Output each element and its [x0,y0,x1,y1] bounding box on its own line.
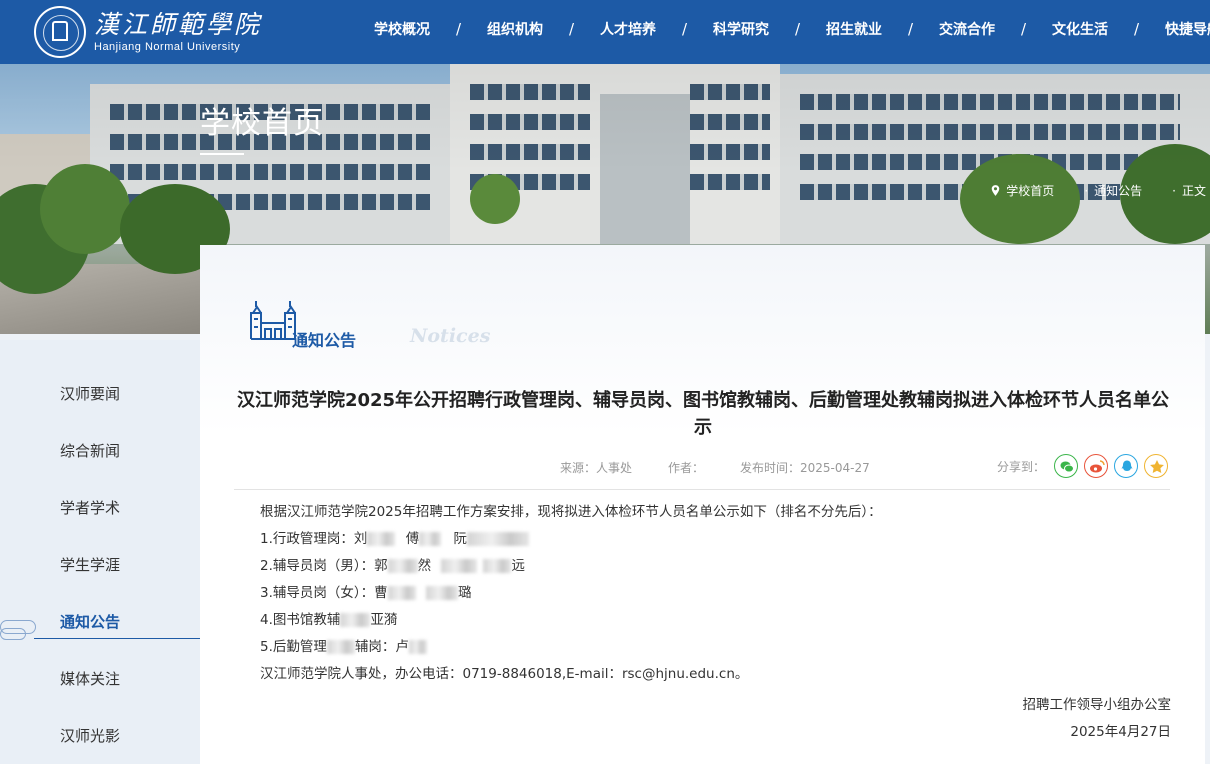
name-fragment: 亚漪 [370,612,398,628]
meta-divider [234,489,1170,490]
breadcrumb-notices[interactable]: 通知公告 [1094,182,1142,199]
sidebar-item-gallery[interactable]: 汉师光影 [60,725,120,746]
university-logo[interactable]: 漢江師範學院 Hanjiang Normal University [34,6,262,58]
redacted-name [387,586,416,600]
redacted-name [425,586,458,600]
article-author: 作者： [668,461,705,475]
section-title: 通知公告 [292,331,357,350]
redacted-name [408,640,427,654]
nav-separator: / [455,20,462,38]
qq-icon[interactable] [1114,454,1138,478]
nav-separator: / [681,20,688,38]
article-source: 来源：人事处 [560,461,633,475]
nav-item-organization[interactable]: 组织机构 [487,19,543,39]
share-label: 分享到： [997,460,1046,474]
breadcrumb-home[interactable]: 学校首页 [1006,182,1054,199]
article-title: 汉江师范学院2025年公开招聘行政管理岗、辅导员岗、图书馆教辅岗、后勤管理处教辅… [236,390,1170,438]
sidebar-item-media[interactable]: 媒体关注 [60,668,120,689]
logo-english-name: Hanjiang Normal University [94,41,241,53]
main-nav: 学校概况 / 组织机构 / 人才培养 / 科学研究 / 招生就业 / 交流合作 … [374,0,1210,58]
active-indicator-decoration [0,628,26,640]
title-underline [200,153,244,155]
university-seal-icon [34,6,86,58]
sidebar-item-students[interactable]: 学生学涯 [60,554,120,575]
nav-separator: / [794,20,801,38]
sidebar-nav: 汉师要闻 综合新闻 学者学术 学生学涯 通知公告 媒体关注 汉师光影 [0,340,200,764]
article-paragraph: 4.图书馆教辅 亚漪 [260,608,397,628]
sidebar-item-notices[interactable]: 通知公告 [60,611,120,632]
nav-separator: / [568,20,575,38]
wechat-icon[interactable] [1054,454,1078,478]
nav-item-research[interactable]: 科学研究 [713,19,769,39]
logo-chinese-name: 漢江師範學院 [94,10,263,39]
position-admin-text: 1.行政管理岗：刘 [260,531,368,547]
article-date: 发布时间：2025-04-27 [740,461,870,475]
signature-org: 招聘工作领导小组办公室 [1022,697,1172,713]
nav-item-education[interactable]: 人才培养 [600,19,656,39]
active-indicator-line [34,638,200,639]
name-fragment: 阮 [453,531,467,547]
breadcrumb-current: 正文 [1181,184,1206,198]
name-fragment: 远 [511,558,525,574]
redacted-name [387,559,418,573]
breadcrumb-separator: · [1172,183,1176,198]
nav-item-exchange[interactable]: 交流合作 [939,19,995,39]
nav-separator: / [1133,20,1140,38]
nav-item-school-overview[interactable]: 学校概况 [374,19,430,39]
position-logistics-text: 5.后勤管理 [260,639,327,655]
favorite-icon[interactable] [1144,454,1168,478]
name-fragment: 璐 [457,585,472,601]
page-title: 学校首页 [200,106,324,141]
section-title-en: Notices [410,325,491,347]
article-paragraph: 根据汉江师范学院2025年招聘工作方案安排，现将拟进入体检环节人员名单公示如下（… [260,504,882,520]
name-fragment: 傅 [405,531,420,547]
redacted-name [419,532,442,546]
nav-item-admissions[interactable]: 招生就业 [826,19,882,39]
nav-separator: / [1020,20,1027,38]
sidebar-item-scholars[interactable]: 学者学术 [60,497,120,518]
name-fragment: 然 [417,558,432,574]
contact-paragraph: 汉江师范学院人事处，办公电话：0719-8846018,E-mail：rsc@h… [260,666,749,682]
article-paragraph: 1.行政管理岗：刘 傅 阮 [260,527,529,547]
redacted-name [367,532,396,546]
top-nav-bar: 漢江師範學院 Hanjiang Normal University 学校概况 /… [0,0,1210,64]
name-fragment: 辅岗：卢 [354,639,409,655]
position-library-text: 4.图书馆教辅 [260,612,341,628]
sidebar-item-general-news[interactable]: 综合新闻 [60,440,120,461]
redacted-name [340,613,371,627]
position-counselor-male-text: 2.辅导员岗（男）：郭 [260,558,388,574]
location-pin-icon [992,185,1000,196]
article-paragraph: 5.后勤管理 辅岗：卢 [260,635,427,655]
nav-separator: / [907,20,914,38]
nav-item-quick-links[interactable]: 快捷导航 [1165,19,1210,39]
breadcrumb: 学校首页 · 通知公告 · 正文 [991,182,1206,199]
position-counselor-female-text: 3.辅导员岗（女）：曹 [260,585,388,601]
sidebar-item-hanshi-news[interactable]: 汉师要闻 [60,383,120,404]
redacted-name [326,640,355,654]
signature-date: 2025年4月27日 [1070,724,1171,740]
breadcrumb-separator: · [1084,183,1089,198]
redacted-name [466,532,529,546]
nav-item-culture[interactable]: 文化生活 [1052,19,1108,39]
article-paragraph: 2.辅导员岗（男）：郭 然 远 [260,554,525,574]
article-card: 通知公告 Notices 汉江师范学院2025年公开招聘行政管理岗、辅导员岗、图… [200,245,1205,764]
redacted-name [441,559,478,573]
weibo-icon[interactable] [1084,454,1108,478]
redacted-name [483,559,512,573]
article-paragraph: 3.辅导员岗（女）：曹 璐 [260,581,471,601]
